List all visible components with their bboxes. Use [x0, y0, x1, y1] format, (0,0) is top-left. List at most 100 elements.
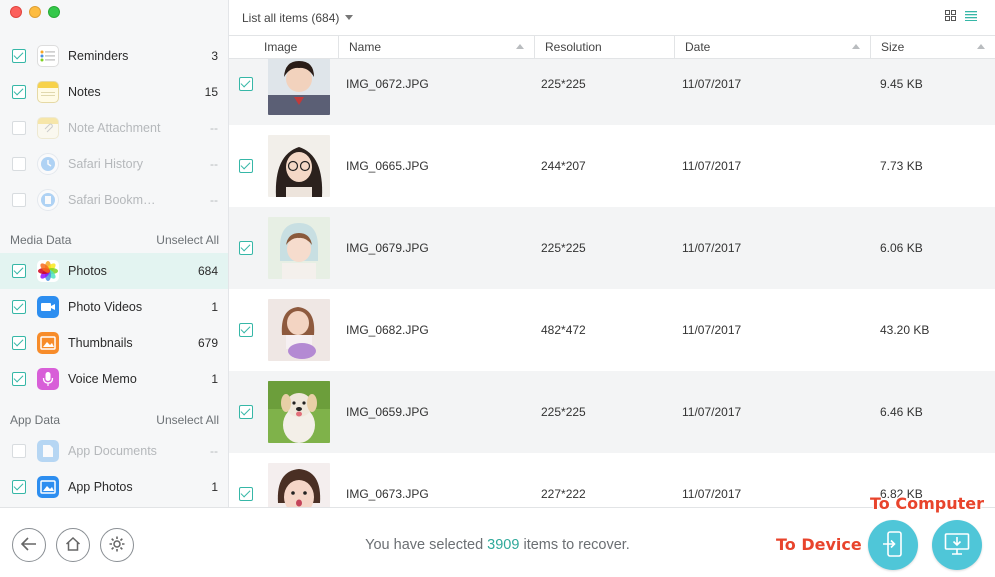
checkbox[interactable]: [239, 159, 253, 173]
column-header-resolution[interactable]: Resolution: [535, 36, 675, 58]
view-toggle: [945, 10, 977, 24]
sidebar-item-count: 15: [204, 85, 218, 99]
file-size: 9.45 KB: [880, 77, 923, 91]
to-device-button[interactable]: [868, 520, 918, 570]
sidebar-item-photos[interactable]: Photos 684: [0, 253, 228, 289]
sidebar-item-count: --: [210, 121, 218, 135]
sidebar-item-notes[interactable]: Notes 15: [0, 74, 228, 110]
close-window-button[interactable]: [10, 6, 22, 18]
photo-videos-icon: [37, 296, 59, 318]
to-computer-button[interactable]: [932, 520, 982, 570]
checkbox[interactable]: [239, 77, 253, 91]
sidebar-item-app-documents[interactable]: App Documents --: [0, 433, 228, 469]
table-row[interactable]: IMG_0682.JPG 482*472 11/07/2017 43.20 KB: [229, 289, 995, 371]
checkbox[interactable]: [12, 444, 26, 458]
file-name: IMG_0673.JPG: [346, 487, 429, 501]
notes-icon: [37, 81, 59, 103]
checkbox[interactable]: [239, 405, 253, 419]
checkbox[interactable]: [239, 241, 253, 255]
sidebar-item-count: 679: [197, 336, 218, 350]
resolution: 482*472: [541, 323, 586, 337]
table-header: Image Name Resolution Date Size: [229, 35, 995, 59]
column-header-name[interactable]: Name: [339, 36, 535, 58]
sort-arrow-icon: [516, 44, 524, 49]
file-size: 43.20 KB: [880, 323, 930, 337]
chevron-down-icon: [345, 15, 354, 20]
photo-thumbnail: [268, 135, 330, 197]
checkbox[interactable]: [12, 85, 26, 99]
file-name: IMG_0672.JPG: [346, 77, 429, 91]
sidebar-item-count: 684: [197, 264, 218, 278]
resolution: 225*225: [541, 405, 586, 419]
sidebar-item-label: App Documents: [68, 444, 157, 458]
photo-thumbnail: [268, 381, 330, 443]
unselect-all-app-link[interactable]: Unselect All: [156, 413, 219, 427]
sidebar-item-reminders[interactable]: Reminders 3: [0, 38, 228, 74]
sidebar-item-label: Reminders: [68, 49, 129, 63]
sidebar-item-count: --: [210, 157, 218, 171]
date: 11/07/2017: [682, 323, 742, 337]
maximize-window-button[interactable]: [48, 6, 60, 18]
checkbox[interactable]: [12, 264, 26, 278]
sort-arrow-icon: [977, 44, 985, 49]
unselect-all-media-link[interactable]: Unselect All: [156, 233, 219, 247]
table-row[interactable]: IMG_0679.JPG 225*225 11/07/2017 6.06 KB: [229, 207, 995, 289]
toolbar: List all items (684): [229, 0, 995, 35]
list-view-icon[interactable]: [965, 10, 977, 24]
checkbox[interactable]: [12, 372, 26, 386]
sidebar-item-label: Safari Bookm…: [68, 193, 156, 207]
list-filter-label: List all items (684): [242, 10, 340, 25]
checkbox[interactable]: [12, 121, 26, 135]
file-name: IMG_0682.JPG: [346, 323, 429, 337]
file-size: 6.46 KB: [880, 405, 923, 419]
sidebar-item-photo-videos[interactable]: Photo Videos 1: [0, 289, 228, 325]
phone-transfer-icon: [882, 530, 904, 560]
sort-arrow-icon: [852, 44, 860, 49]
file-size: 7.73 KB: [880, 159, 923, 173]
minimize-window-button[interactable]: [29, 6, 41, 18]
checkbox[interactable]: [12, 157, 26, 171]
sidebar-item-thumbnails[interactable]: Thumbnails 679: [0, 325, 228, 361]
checkbox[interactable]: [12, 49, 26, 63]
safari-bookmark-icon: [37, 189, 59, 211]
column-label: Name: [349, 40, 382, 54]
checkbox[interactable]: [239, 487, 253, 501]
app-data-section-header: App Data Unselect All: [10, 413, 219, 427]
column-label: Date: [685, 40, 711, 54]
file-size: 6.06 KB: [880, 241, 923, 255]
checkbox[interactable]: [12, 480, 26, 494]
sidebar-item-voice-memo[interactable]: Voice Memo 1: [0, 361, 228, 397]
sidebar-item-app-photos[interactable]: App Photos 1: [0, 469, 228, 505]
checkbox[interactable]: [239, 323, 253, 337]
checkbox[interactable]: [12, 300, 26, 314]
column-header-size[interactable]: Size: [871, 36, 995, 58]
computer-download-icon: [944, 532, 970, 559]
date: 11/07/2017: [682, 159, 742, 173]
reminders-icon: [37, 45, 59, 67]
checkbox[interactable]: [12, 336, 26, 350]
table-row[interactable]: IMG_0672.JPG 225*225 11/07/2017 9.45 KB: [229, 59, 995, 125]
safari-history-icon: [37, 153, 59, 175]
column-header-date[interactable]: Date: [675, 36, 871, 58]
checkbox[interactable]: [12, 193, 26, 207]
sidebar-item-safari-history[interactable]: Safari History --: [0, 146, 228, 182]
column-header-image[interactable]: Image: [229, 36, 339, 58]
photo-thumbnail: [268, 463, 330, 507]
list-filter-dropdown[interactable]: List all items (684): [242, 10, 354, 25]
photo-thumbnail: [268, 299, 330, 361]
sidebar-item-count: --: [210, 444, 218, 458]
sidebar-item-count: 3: [211, 49, 218, 63]
thumbnails-icon: [37, 332, 59, 354]
date: 11/07/2017: [682, 405, 742, 419]
table-row[interactable]: IMG_0659.JPG 225*225 11/07/2017 6.46 KB: [229, 371, 995, 453]
sidebar-item-count: 1: [211, 300, 218, 314]
note-attachment-icon: [37, 117, 59, 139]
sidebar-item-safari-bookmark[interactable]: Safari Bookm… --: [0, 182, 228, 218]
sidebar-item-note-attachment[interactable]: Note Attachment --: [0, 110, 228, 146]
grid-view-icon[interactable]: [945, 10, 956, 24]
date: 11/07/2017: [682, 241, 742, 255]
date: 11/07/2017: [682, 77, 742, 91]
photo-thumbnail: [268, 217, 330, 279]
table-row[interactable]: IMG_0665.JPG 244*207 11/07/2017 7.73 KB: [229, 125, 995, 207]
column-label: Image: [264, 40, 298, 54]
